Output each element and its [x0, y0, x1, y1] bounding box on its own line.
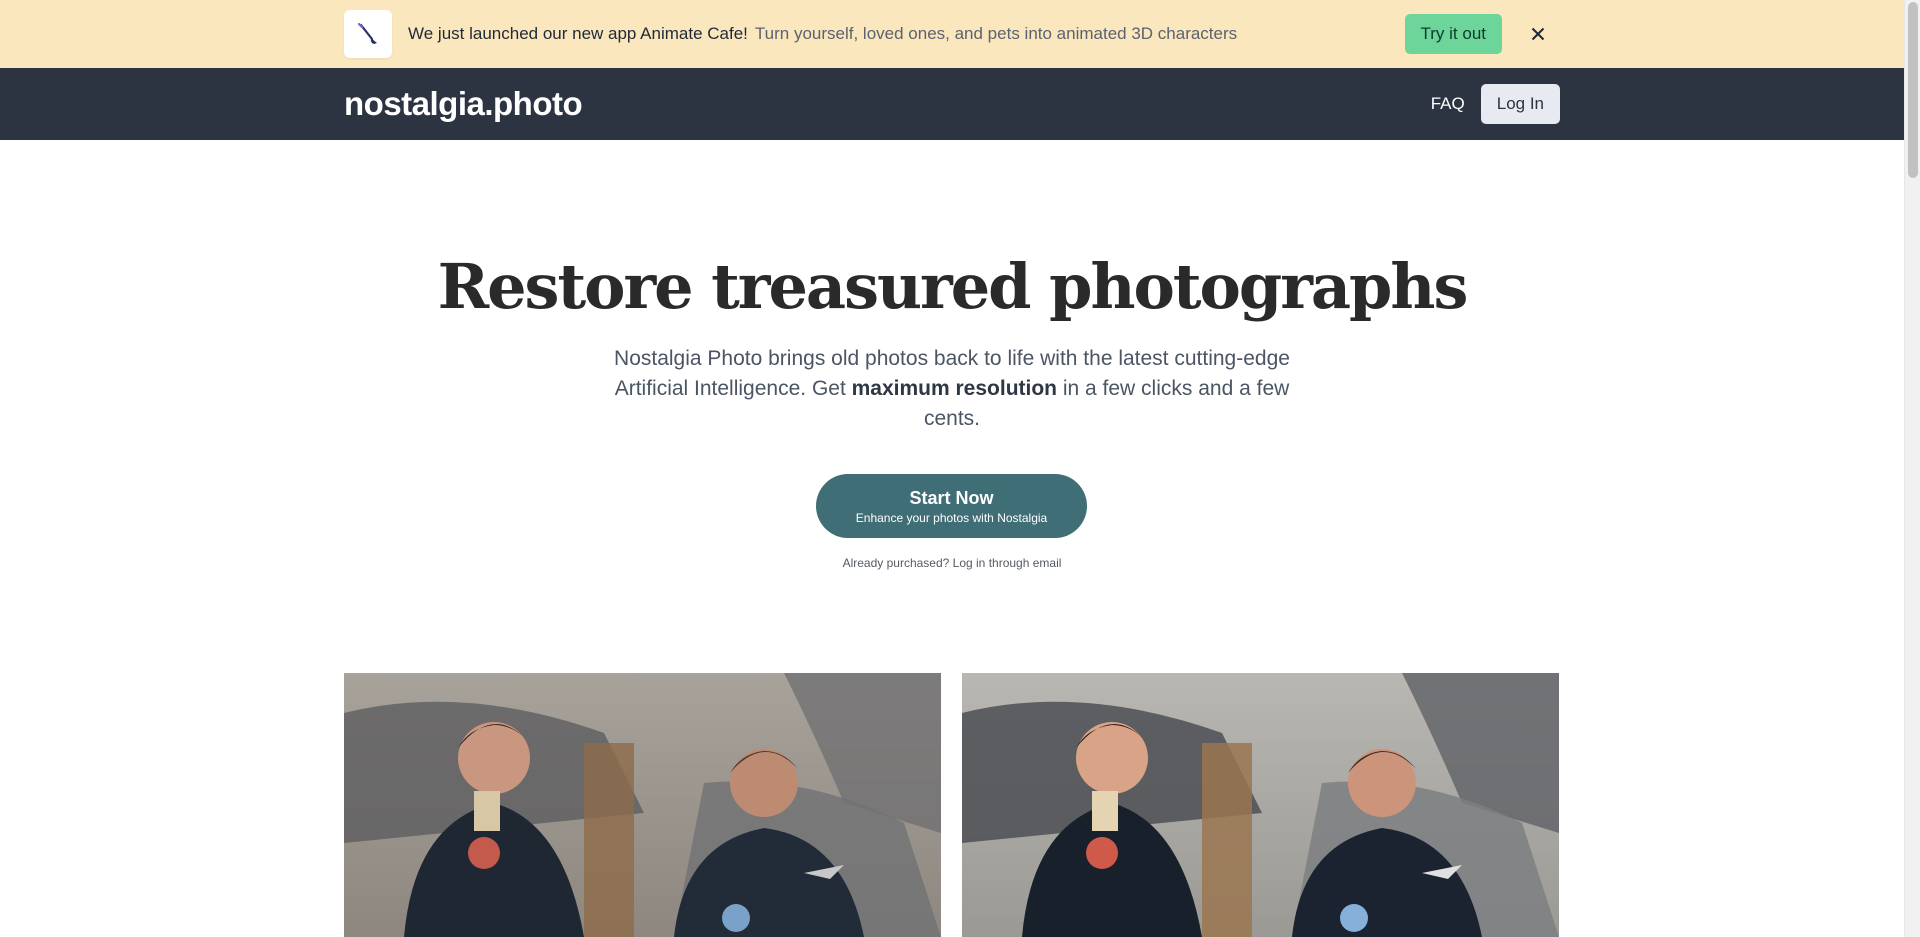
- navbar-inner: nostalgia.photo FAQ Log In: [344, 68, 1560, 140]
- top-navbar: nostalgia.photo FAQ Log In: [0, 68, 1904, 140]
- photo-after-restoration: [962, 673, 1559, 937]
- banner-subtext: Turn yourself, loved ones, and pets into…: [754, 24, 1238, 43]
- banner-text: We just launched our new app Animate Caf…: [408, 24, 1237, 44]
- hero-description-emphasis: maximum resolution: [851, 377, 1058, 400]
- close-icon[interactable]: [1516, 12, 1560, 56]
- page-scrollbar[interactable]: [1904, 0, 1920, 937]
- paintbrush-icon: [344, 10, 392, 58]
- email-login-link[interactable]: Already purchased? Log in through email: [744, 556, 1160, 570]
- hero-description: Nostalgia Photo brings old photos back t…: [614, 344, 1290, 434]
- hero-title: Restore treasured photographs: [437, 250, 1469, 323]
- site-logo[interactable]: nostalgia.photo: [344, 85, 583, 123]
- try-it-out-button[interactable]: Try it out: [1404, 14, 1502, 54]
- announcement-banner-inner: We just launched our new app Animate Caf…: [344, 0, 1560, 68]
- nav-actions: FAQ Log In: [1431, 84, 1560, 124]
- login-button[interactable]: Log In: [1480, 84, 1560, 124]
- scrollbar-thumb[interactable]: [1908, 2, 1918, 178]
- banner-headline: We just launched our new app Animate Caf…: [408, 24, 748, 43]
- faq-link[interactable]: FAQ: [1431, 94, 1465, 114]
- start-now-label: Start Now: [909, 487, 994, 508]
- photo-before-restoration: [344, 673, 941, 937]
- start-now-button[interactable]: Start Now Enhance your photos with Nosta…: [816, 474, 1087, 538]
- announcement-banner: We just launched our new app Animate Caf…: [0, 0, 1904, 68]
- start-now-sublabel: Enhance your photos with Nostalgia: [855, 510, 1048, 525]
